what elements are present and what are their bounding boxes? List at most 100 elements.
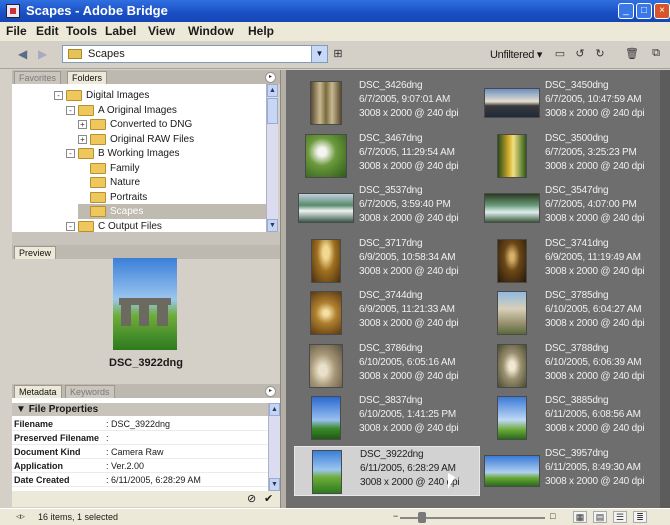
thumbnail-card[interactable]: DSC_3537dng 6/7/2005, 3:59:40 PM 3008 x 20… [294,183,480,233]
scroll-down-icon[interactable]: ▼ [267,219,278,232]
menu-file[interactable]: File [6,24,27,38]
tree-item[interactable]: Scapes [78,204,268,219]
zoom-out-icon[interactable]: − [393,511,398,521]
thumbnail-card[interactable]: DSC_3717dng 6/9/2005, 10:58:34 AM 3008 x 2… [294,236,480,286]
tree-item[interactable]: - A Original Images [66,103,268,118]
tree-item[interactable]: + Original RAW Files [78,132,268,147]
filmstrip-view-icon[interactable]: ▤ [593,511,607,523]
thumbnail-image[interactable] [310,81,342,125]
thumbnail-image[interactable] [484,193,540,223]
filter-menu[interactable]: Unfiltered ▾ [490,48,542,61]
versions-view-icon[interactable]: ≣ [633,511,647,523]
folder-hscroll[interactable] [12,232,280,245]
metadata-row[interactable]: Filename: DSC_3922dng [12,418,268,431]
menu-tools[interactable]: Tools [66,24,97,38]
menu-window[interactable]: Window [188,24,234,38]
thumbnail-image[interactable] [497,238,527,283]
compact-mode-icon[interactable]: ⧉ [648,47,664,61]
thumbnail-card[interactable]: DSC_3837dng 6/10/2005, 1:41:25 PM 3008 x 2… [294,393,480,443]
menu-edit[interactable]: Edit [36,24,59,38]
thumbnail-card[interactable]: DSC_3788dng 6/10/2005, 6:06:39 AM 3008 x 2… [480,341,666,391]
collapse-icon[interactable]: - [66,149,75,158]
thumbnail-card[interactable]: DSC_3741dng 6/9/2005, 11:19:49 AM 3008 x 2… [480,236,666,286]
thumbnail-card[interactable]: DSC_3467dng 6/7/2005, 11:29:54 AM 3008 x 2… [294,131,480,181]
thumbnail-image[interactable] [484,88,540,118]
expand-icon[interactable]: + [78,134,87,144]
panel-menu-icon[interactable]: ▸ [265,72,276,83]
folder-scrollbar[interactable]: ▲ ▼ [266,84,278,232]
chevron-down-icon[interactable]: ▼ [311,46,327,62]
tree-item[interactable]: Portraits [78,190,268,205]
metadata-row[interactable]: Document Kind: Camera Raw [12,446,268,459]
thumbnail-card[interactable]: DSC_3500dng 6/7/2005, 3:25:23 PM 3008 x 20… [480,131,666,181]
menu-label[interactable]: Label [105,24,136,38]
back-arrow-icon[interactable]: ◀ [18,47,34,61]
tab-preview[interactable]: Preview [14,246,57,259]
tree-item[interactable]: - Digital Images [54,88,268,103]
metadata-panel-menu-icon[interactable]: ▸ [265,386,276,397]
folder-path-combo[interactable]: Scapes ▼ [62,45,328,63]
tree-item[interactable]: Family [78,161,268,176]
thumbnail-image[interactable] [305,133,347,178]
minimize-button[interactable]: _ [618,3,634,19]
cancel-edit-icon[interactable]: ⊘ [247,492,256,505]
thumbnails-view-icon[interactable]: ▦ [573,511,587,523]
tree-item[interactable]: Nature [78,175,268,190]
thumbnail-image[interactable] [497,396,527,440]
tree-item[interactable]: - B Working Images [66,146,268,161]
rotate-left-icon[interactable]: ↺ [572,47,588,61]
expand-icon[interactable]: + [78,120,87,129]
slider-thumb[interactable] [418,512,426,523]
thumbnail-card[interactable]: DSC_3885dng 6/11/2005, 6:08:56 AM 3008 x 2… [480,393,666,443]
metadata-row[interactable]: Application: Ver.2.00 [12,460,268,473]
thumbnail-card[interactable]: DSC_3957dng 6/11/2005, 8:49:30 AM 3008 x 2… [480,446,666,496]
collapse-icon[interactable]: - [54,91,63,100]
tree-item[interactable]: + Converted to DNG [78,117,268,132]
thumbnail-image[interactable] [311,396,341,440]
close-button[interactable]: × [654,3,670,19]
tab-favorites[interactable]: Favorites [14,71,62,84]
meta-scroll-up-icon[interactable]: ▲ [269,403,280,416]
thumbnail-image[interactable] [309,343,343,388]
scroll-thumb[interactable] [267,98,278,124]
thumbnail-image[interactable] [310,291,342,335]
maximize-button[interactable]: □ [636,3,652,19]
collapse-icon[interactable]: - [66,105,75,115]
trash-icon[interactable]: 🗑 [624,47,640,61]
thumbnail-card[interactable]: DSC_3547dng 6/7/2005, 4:07:00 PM 3008 x 20… [480,183,666,233]
metadata-scrollbar[interactable]: ▲ ▼ [268,403,280,491]
forward-arrow-icon[interactable]: ▶ [38,47,54,61]
scroll-up-icon[interactable]: ▲ [267,84,278,97]
metadata-row[interactable]: Date Created: 6/11/2005, 6:28:29 AM [12,474,268,487]
thumbnail-image[interactable] [497,133,527,178]
tab-keywords[interactable]: Keywords [65,385,115,398]
thumbnail-image[interactable] [312,449,342,494]
collapse-icon[interactable]: - [66,221,75,231]
thumbnail-card[interactable]: DSC_3426dng 6/7/2005, 9:07:01 AM 3008 x 20… [294,78,480,128]
file-name: DSC_3547dng [545,185,609,196]
menu-help[interactable]: Help [248,24,274,38]
meta-scroll-down-icon[interactable]: ▼ [269,478,280,491]
menu-view[interactable]: View [148,24,175,38]
rotate-right-icon[interactable]: ↻ [592,47,608,61]
thumbnail-image[interactable] [484,454,540,487]
metadata-row[interactable]: Preserved Filename: [12,432,268,445]
thumbnail-card[interactable]: DSC_3785dng 6/10/2005, 6:04:27 AM 3008 x 2… [480,288,666,338]
thumbnail-image[interactable] [497,291,527,335]
tab-folders[interactable]: Folders [67,71,108,84]
file-date: 6/7/2005, 3:25:23 PM [545,146,637,158]
thumbnail-image[interactable] [311,238,341,283]
new-folder-icon[interactable]: ▭ [552,47,568,61]
thumbnail-card[interactable]: DSC_3786dng 6/10/2005, 6:05:16 AM 3008 x 2… [294,341,480,391]
thumbnail-image[interactable] [298,193,354,223]
thumbnail-card[interactable]: DSC_3450dng 6/7/2005, 10:47:59 AM 3008 x 2… [480,78,666,128]
tab-metadata[interactable]: Metadata [14,385,62,398]
toggle-panels-icon[interactable]: ◃▹ [16,511,25,522]
file-properties-header[interactable]: ▼ File Properties [12,403,268,416]
details-view-icon[interactable]: ☰ [613,511,627,523]
thumbnail-image[interactable] [497,343,527,388]
go-up-icon[interactable]: ⊞ [330,47,346,61]
thumbnail-card[interactable]: DSC_3744dng 6/9/2005, 11:21:33 AM 3008 x 2… [294,288,480,338]
apply-edit-icon[interactable]: ✔ [264,492,273,505]
zoom-in-icon[interactable]: □ [550,511,555,521]
